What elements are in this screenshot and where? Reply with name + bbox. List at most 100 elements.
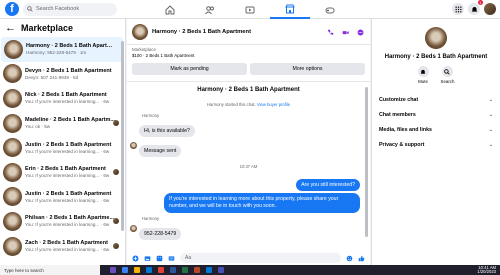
- listing-thumbnail: [4, 39, 23, 59]
- folder-icon[interactable]: [134, 267, 140, 273]
- windows-taskbar: Type here to search 10:41 AM 1/20/2023: [0, 265, 500, 275]
- sender-avatar: [130, 225, 137, 232]
- conversation-name: Erin · 2 Beds 1 Bath Apartment: [25, 166, 106, 173]
- conversation-item[interactable]: Devyn · 2 Beds 1 Bath Apartment Devyn: 50…: [0, 62, 125, 87]
- conversation-item[interactable]: Philsan · 2 Beds 1 Bath Apartme... You: I…: [0, 209, 125, 234]
- store-icon[interactable]: [146, 267, 152, 273]
- home-tab[interactable]: [150, 0, 190, 19]
- search-conversation-button[interactable]: Search: [441, 66, 454, 84]
- notifications-button[interactable]: 1: [468, 0, 483, 15]
- image-icon[interactable]: [144, 255, 151, 262]
- gaming-icon: [325, 7, 335, 13]
- friends-tab[interactable]: [190, 0, 230, 19]
- listing-price-title[interactable]: $100 · 2 Beds 1 Bath Apartment: [132, 53, 365, 59]
- chevron-down-icon: ⌄: [488, 111, 493, 118]
- chat-members-section[interactable]: Chat members ⌄: [372, 107, 500, 122]
- sender-name: Harmony: [142, 113, 159, 118]
- conversation-item[interactable]: Nick · 2 Beds 1 Bath Apartment You: If yo…: [0, 86, 125, 111]
- system-clock[interactable]: 10:41 AM 1/20/2023: [477, 265, 496, 275]
- watch-tab[interactable]: [230, 0, 270, 19]
- listing-thumbnail: [3, 236, 22, 256]
- conversation-name: Zach · 2 Beds 1 Bath Apartment: [25, 240, 108, 247]
- conversation-preview: You: ok · 5w: [25, 124, 51, 130]
- more-info-icon[interactable]: [357, 29, 364, 36]
- marketplace-tab[interactable]: [270, 0, 310, 19]
- conversation-preview: You: If you're interested in learning...…: [25, 99, 110, 105]
- chat-scrollbar[interactable]: [365, 87, 368, 237]
- media-files-links-section[interactable]: Media, files and links ⌄: [372, 122, 500, 137]
- marketplace-inbox-sidebar: ← Marketplace Harmony · 2 Beds 1 Bath Ap…: [0, 19, 126, 265]
- video-call-icon[interactable]: [342, 29, 349, 36]
- sticker-icon[interactable]: [156, 255, 163, 262]
- gif-icon[interactable]: GIF: [168, 255, 175, 262]
- info-title: Harmony · 2 Beds 1 Bath Apartment: [384, 54, 488, 60]
- outgoing-message: Are you still interested?: [296, 179, 360, 191]
- account-avatar[interactable]: [484, 3, 496, 15]
- chevron-down-icon: ⌄: [488, 126, 493, 133]
- search-input[interactable]: Search Facebook: [23, 2, 117, 16]
- conversation-name: Harmony · 2 Beds 1 Bath Apartm...: [26, 43, 116, 50]
- listing-thumbnail: [3, 211, 22, 231]
- conversation-preview: You: If you're interested in learning...…: [25, 173, 110, 179]
- taskbar-search[interactable]: Type here to search: [0, 265, 100, 275]
- conversation-item[interactable]: Harmony · 2 Beds 1 Bath Apartm... Harmony…: [1, 37, 123, 62]
- plus-icon[interactable]: [132, 254, 139, 262]
- chat-panel: Harmony · 2 Beds 1 Bath Apartment Market…: [127, 19, 370, 265]
- bell-icon: [420, 69, 426, 74]
- home-icon: [165, 4, 175, 14]
- customize-chat-section[interactable]: Customize chat ⌄: [372, 92, 500, 107]
- chat-title[interactable]: Harmony · 2 Beds 1 Bath Apartment: [152, 29, 251, 35]
- sender-name: Harmony: [142, 216, 159, 221]
- chrome-icon[interactable]: [158, 267, 164, 273]
- conversation-item[interactable]: Justin · 2 Beds 1 Bath Apartment You: If …: [0, 185, 125, 210]
- sidebar-scrollbar[interactable]: [121, 41, 124, 231]
- listing-thumbnail: [3, 64, 22, 84]
- menu-button[interactable]: [452, 3, 464, 15]
- chat-info-panel: Harmony · 2 Beds 1 Bath Apartment Mute S…: [371, 19, 500, 265]
- conversation-name: Justin · 2 Beds 1 Bath Apartment: [25, 141, 112, 148]
- search-icon: [444, 68, 451, 75]
- listing-thumbnail: [3, 88, 22, 108]
- excel-icon[interactable]: [182, 267, 188, 273]
- conversation-item[interactable]: Justin · 2 Beds 1 Bath Apartment You: If …: [0, 135, 125, 160]
- seen-avatar: [113, 218, 119, 225]
- mark-as-pending-button[interactable]: Mark as pending: [132, 63, 247, 75]
- conversation-preview: You: If you're interested in learning...…: [25, 197, 110, 203]
- edge-icon[interactable]: [122, 267, 128, 273]
- privacy-support-section[interactable]: Privacy & support ⌄: [372, 137, 500, 152]
- conversation-item[interactable]: Madeline · 2 Beds 1 Bath Apartm... You: o…: [0, 111, 125, 136]
- emoji-icon[interactable]: [346, 255, 353, 262]
- conversation-name: Madeline · 2 Beds 1 Bath Apartm...: [25, 117, 115, 124]
- outlook-icon[interactable]: [206, 267, 212, 273]
- chat-thumbnail: [132, 23, 148, 40]
- friends-icon: [205, 5, 214, 14]
- conversation-item[interactable]: Erin · 2 Beds 1 Bath Apartment You: If yo…: [0, 160, 125, 185]
- svg-text:GIF: GIF: [169, 257, 174, 260]
- facebook-logo[interactable]: f: [5, 2, 19, 16]
- phone-icon[interactable]: [327, 29, 334, 36]
- mute-button[interactable]: Mute: [417, 66, 429, 84]
- conversation-name: Philsan · 2 Beds 1 Bath Apartme...: [25, 215, 115, 222]
- seen-avatar: [113, 169, 119, 176]
- conversation-preview: Devyn: 507 241-9949 · 8d: [25, 74, 79, 80]
- message-composer: GIF Aa: [127, 251, 370, 265]
- incoming-message: Hi, is this available?: [139, 125, 195, 137]
- listing-photo: [425, 27, 447, 49]
- view-buyer-profile-link[interactable]: View buyer profile: [257, 102, 290, 107]
- seen-avatar: [113, 120, 119, 127]
- sender-avatar: [130, 142, 137, 149]
- word-icon[interactable]: [170, 267, 176, 273]
- like-icon[interactable]: [358, 255, 365, 262]
- sidebar-title: Marketplace: [21, 23, 74, 33]
- marketplace-icon: [285, 4, 295, 13]
- app-icon[interactable]: [110, 267, 116, 273]
- back-arrow-icon[interactable]: ←: [5, 22, 16, 34]
- teams-icon[interactable]: [218, 267, 224, 273]
- conversation-item[interactable]: Zach · 2 Beds 1 Bath Apartment You: If yo…: [0, 234, 125, 259]
- more-options-button[interactable]: More options: [250, 63, 365, 75]
- gaming-tab[interactable]: [310, 0, 350, 19]
- message-input[interactable]: Aa: [180, 253, 341, 263]
- powerpoint-icon[interactable]: [194, 267, 200, 273]
- message-timestamp: 10:37 AM: [239, 164, 258, 169]
- chevron-down-icon: ⌄: [488, 141, 493, 148]
